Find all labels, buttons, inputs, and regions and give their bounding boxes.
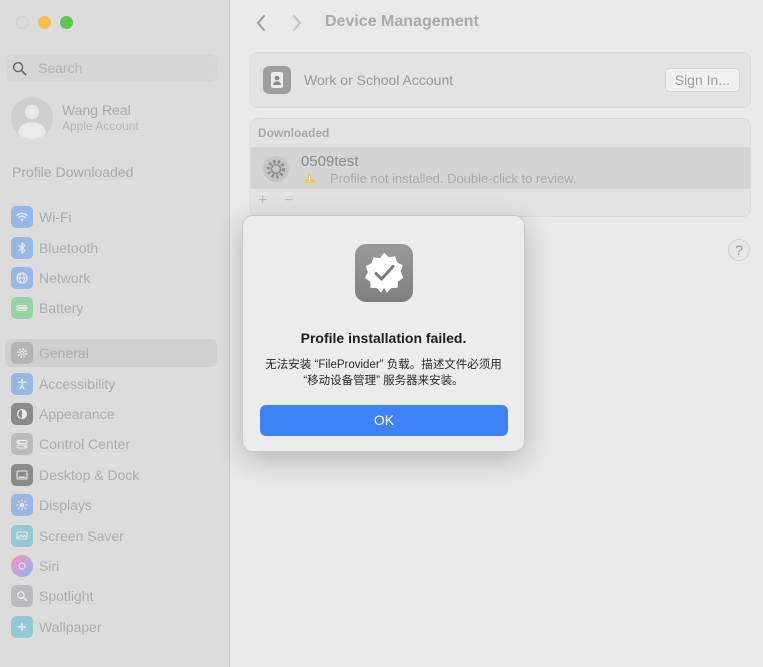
sidebar-item-label: Displays	[39, 497, 92, 513]
sidebar-item-label: Screen Saver	[39, 528, 124, 544]
account-name: Wang Real	[62, 102, 131, 118]
profile-status: Profile not installed. Double-click to r…	[330, 171, 577, 186]
siri-icon	[11, 555, 33, 577]
dialog-message: 无法安装 “FileProvider” 负载。描述文件必须用 “移动设备管理” …	[265, 359, 502, 387]
appearance-icon	[11, 403, 33, 425]
help-button[interactable]: ?	[728, 239, 750, 261]
screen-saver-icon	[11, 525, 33, 547]
sidebar-item-label: Accessibility	[39, 376, 116, 392]
sidebar-item-spotlight[interactable]: Spotlight	[5, 582, 217, 610]
sidebar-item-displays[interactable]: Displays	[5, 491, 217, 519]
downloaded-header: Downloaded	[258, 126, 330, 140]
profile-name: 0509test	[301, 153, 359, 170]
profile-gear-icon	[263, 156, 289, 182]
gear-icon	[11, 342, 33, 364]
sidebar-item-label: Siri	[39, 558, 60, 574]
bluetooth-icon	[11, 237, 33, 259]
sidebar-item-profile-downloaded[interactable]: Profile Downloaded	[12, 164, 133, 180]
sidebar-item-label: Wallpaper	[39, 619, 102, 635]
wifi-icon	[11, 206, 33, 228]
wallpaper-icon	[11, 616, 33, 638]
sun-icon	[11, 494, 33, 516]
window-controls	[16, 16, 73, 29]
warning-icon	[303, 172, 316, 184]
apple-account[interactable]: Wang Real Apple Account	[11, 97, 139, 139]
close-window-button[interactable]	[16, 16, 29, 29]
sidebar-item-label: Battery	[39, 300, 84, 316]
remove-profile-button[interactable]: −	[284, 193, 293, 209]
accessibility-icon	[11, 373, 33, 395]
sidebar-item-label: Bluetooth	[39, 240, 99, 256]
sidebar-item-label: Control Center	[39, 436, 131, 452]
globe-icon	[11, 267, 33, 289]
sidebar-item-general[interactable]: General	[5, 339, 217, 367]
sidebar-item-battery[interactable]: Battery	[5, 294, 217, 322]
sidebar-item-label: General	[39, 345, 89, 361]
add-profile-button[interactable]: +	[258, 193, 267, 209]
sidebar-item-label: Wi-Fi	[39, 209, 72, 225]
minimize-window-button[interactable]	[38, 16, 51, 29]
page-title: Device Management	[325, 13, 479, 30]
sidebar-item-control-center[interactable]: Control Center	[5, 430, 217, 458]
battery-icon	[11, 297, 33, 319]
avatar	[11, 97, 53, 139]
sidebar-item-label: Spotlight	[39, 588, 94, 604]
work-account-label: Work or School Account	[304, 72, 454, 88]
dialog-title: Profile installation failed.	[300, 330, 467, 346]
sign-in-button[interactable]: Sign In...	[664, 68, 740, 92]
sidebar-item-bluetooth[interactable]: Bluetooth	[5, 234, 217, 262]
sidebar-item-desktop-dock[interactable]: Desktop & Dock	[5, 461, 217, 489]
control-center-icon	[11, 433, 33, 455]
downloaded-profiles-list: Downloaded 0509test Profile not installe…	[250, 118, 751, 217]
account-subtitle: Apple Account	[62, 119, 139, 133]
sidebar-item-siri[interactable]: Siri	[5, 552, 217, 580]
sidebar: Search Wang Real Apple Account Profile D…	[0, 0, 230, 667]
search-icon	[12, 61, 27, 75]
sidebar-item-label: Appearance	[39, 406, 115, 422]
verified-badge-icon	[355, 244, 413, 302]
list-item[interactable]: 0509test Profile not installed. Double-c…	[251, 147, 750, 189]
search-placeholder: Search	[38, 60, 83, 76]
sidebar-item-label: Network	[39, 270, 91, 286]
dock-icon	[11, 464, 33, 486]
back-icon[interactable]	[254, 13, 268, 33]
alert-dialog: Profile installation failed. 无法安装 “FileP…	[242, 215, 525, 452]
sidebar-item-accessibility[interactable]: Accessibility	[5, 370, 217, 398]
sidebar-item-label: Desktop & Dock	[39, 467, 140, 483]
search-input[interactable]: Search	[6, 54, 217, 82]
zoom-window-button[interactable]	[60, 16, 73, 29]
sidebar-item-wifi[interactable]: Wi-Fi	[5, 203, 217, 231]
spotlight-icon	[11, 585, 33, 607]
sidebar-item-screen-saver[interactable]: Screen Saver	[5, 522, 217, 550]
sidebar-item-network[interactable]: Network	[5, 264, 217, 292]
badge-id-icon	[263, 66, 291, 94]
ok-button[interactable]: OK	[260, 405, 508, 436]
forward-icon[interactable]	[290, 13, 304, 33]
sidebar-item-appearance[interactable]: Appearance	[5, 400, 217, 428]
work-account-row: Work or School Account Sign In...	[250, 52, 751, 108]
sidebar-item-wallpaper[interactable]: Wallpaper	[5, 613, 217, 641]
